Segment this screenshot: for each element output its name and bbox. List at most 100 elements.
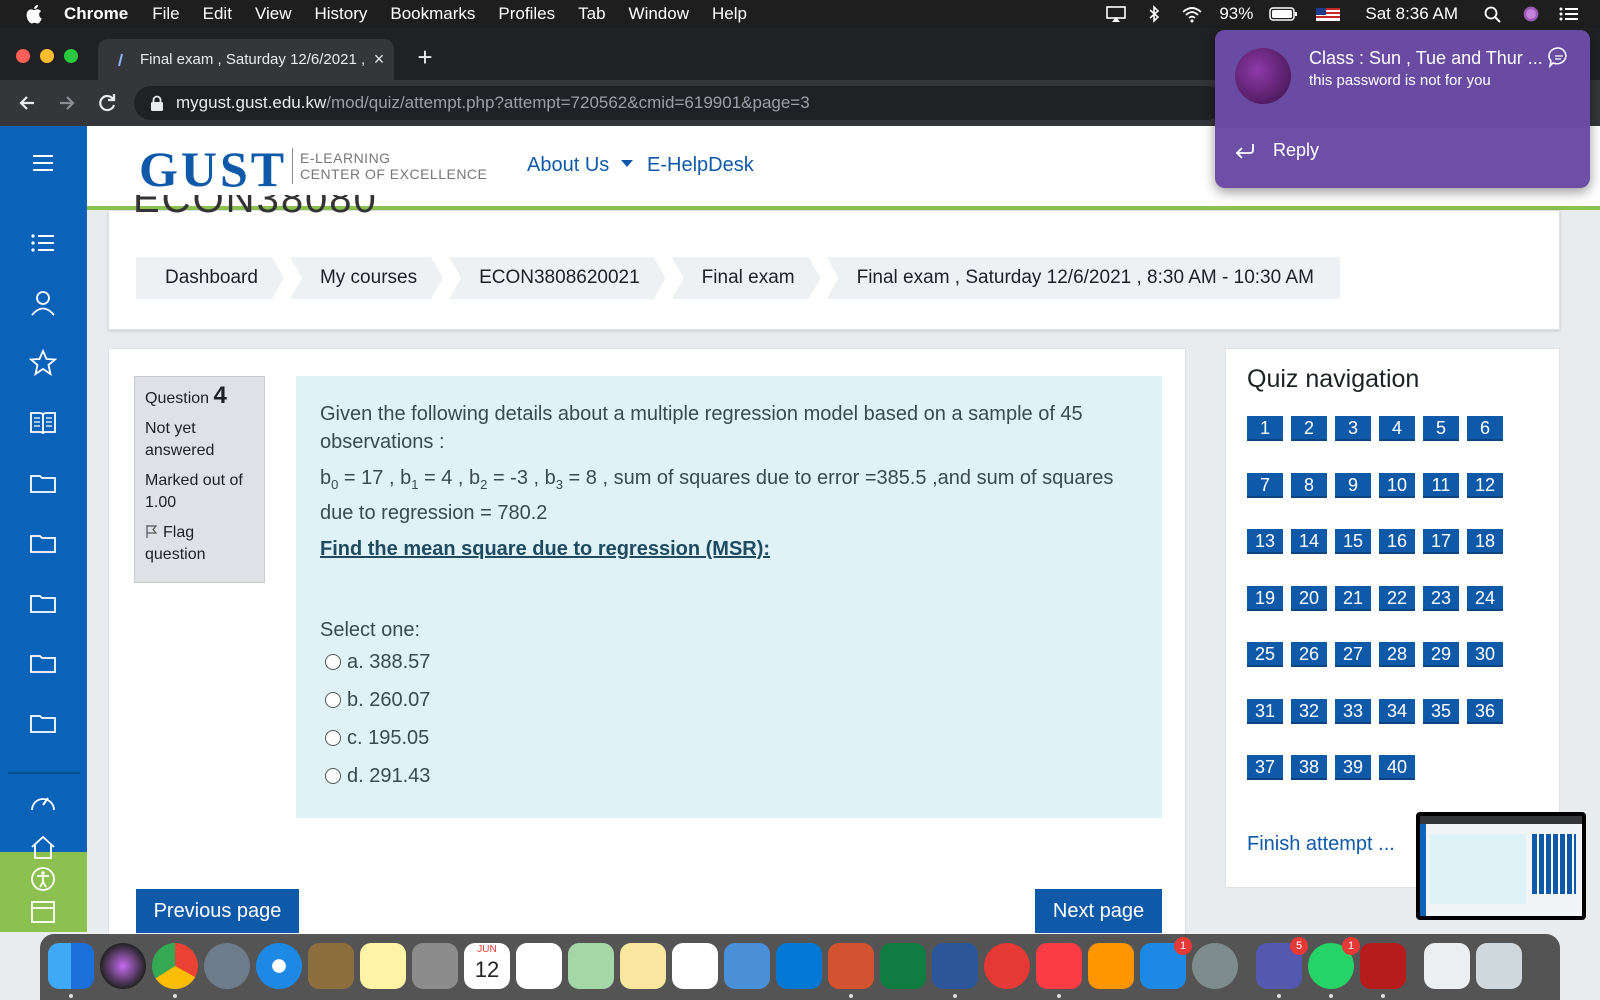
- downloads-stack-icon[interactable]: [1424, 943, 1470, 989]
- menu-window[interactable]: Window: [629, 4, 689, 24]
- flag-question-button[interactable]: Flag question: [145, 522, 254, 566]
- photo-booth-app-icon[interactable]: [1360, 943, 1406, 989]
- trash-icon[interactable]: [1476, 943, 1522, 989]
- user-profile-icon[interactable]: [28, 288, 58, 318]
- quiz-nav-question-12[interactable]: 12: [1467, 472, 1503, 498]
- tab-close-icon[interactable]: ×: [364, 49, 394, 70]
- quiz-nav-question-25[interactable]: 25: [1247, 642, 1283, 667]
- radio-a[interactable]: [325, 654, 341, 670]
- quiz-nav-question-10[interactable]: 10: [1379, 472, 1415, 498]
- news-app-icon[interactable]: [984, 943, 1030, 989]
- about-us-dropdown[interactable]: About Us: [527, 154, 633, 177]
- breadcrumb-my-courses[interactable]: My courses: [290, 257, 443, 299]
- quiz-nav-question-14[interactable]: 14: [1291, 529, 1327, 554]
- lock-icon[interactable]: [150, 95, 164, 111]
- bluetooth-icon[interactable]: [1143, 5, 1165, 23]
- quiz-nav-question-32[interactable]: 32: [1291, 698, 1327, 724]
- quiz-nav-question-35[interactable]: 35: [1423, 698, 1459, 724]
- teams-app-icon[interactable]: 5: [1256, 937, 1308, 989]
- contacts-app-icon[interactable]: [308, 943, 354, 989]
- hamburger-menu-icon[interactable]: [28, 148, 58, 178]
- list-icon[interactable]: [28, 228, 58, 258]
- quiz-nav-question-4[interactable]: 4: [1379, 416, 1415, 441]
- quiz-nav-question-40[interactable]: 40: [1379, 755, 1415, 780]
- quiz-nav-question-5[interactable]: 5: [1423, 416, 1459, 441]
- notes-app-icon[interactable]: [360, 943, 406, 989]
- answer-option-b[interactable]: b. 260.07: [325, 686, 430, 714]
- word-app-icon[interactable]: [932, 943, 978, 989]
- reminders-app-icon[interactable]: [516, 943, 562, 989]
- whatsapp-app-icon[interactable]: 1: [1308, 937, 1360, 989]
- wifi-icon[interactable]: [1181, 5, 1203, 23]
- quiz-nav-question-27[interactable]: 27: [1335, 642, 1371, 667]
- quiz-nav-question-21[interactable]: 21: [1335, 585, 1371, 611]
- folder-icon[interactable]: [28, 708, 58, 738]
- quiz-nav-question-3[interactable]: 3: [1335, 416, 1371, 441]
- chrome-app-icon[interactable]: [152, 943, 198, 989]
- quiz-nav-question-23[interactable]: 23: [1423, 585, 1459, 611]
- siri-icon[interactable]: [1520, 5, 1542, 23]
- pages-app-icon[interactable]: [620, 943, 666, 989]
- music-app-icon[interactable]: [1036, 943, 1082, 989]
- home-icon[interactable]: [28, 832, 58, 862]
- excel-app-icon[interactable]: [880, 943, 926, 989]
- radio-d[interactable]: [325, 768, 341, 784]
- quiz-nav-question-28[interactable]: 28: [1379, 642, 1415, 667]
- previous-page-button[interactable]: Previous page: [136, 889, 299, 933]
- quiz-nav-question-22[interactable]: 22: [1379, 585, 1415, 611]
- quiz-nav-question-20[interactable]: 20: [1291, 585, 1327, 611]
- quiz-nav-question-1[interactable]: 1: [1247, 416, 1283, 441]
- quiz-nav-question-29[interactable]: 29: [1423, 642, 1459, 667]
- quiz-nav-question-37[interactable]: 37: [1247, 755, 1283, 780]
- quiz-nav-question-7[interactable]: 7: [1247, 472, 1283, 498]
- quiz-nav-question-11[interactable]: 11: [1423, 472, 1459, 498]
- quiz-nav-question-2[interactable]: 2: [1291, 416, 1327, 441]
- quiz-nav-question-26[interactable]: 26: [1291, 642, 1327, 667]
- calendar-app-icon[interactable]: JUN 12: [464, 943, 510, 989]
- quiz-nav-question-8[interactable]: 8: [1291, 472, 1327, 498]
- system-preferences-app-icon[interactable]: [1192, 943, 1238, 989]
- quiz-nav-question-15[interactable]: 15: [1335, 529, 1371, 554]
- battery-icon[interactable]: [1269, 5, 1299, 23]
- message-notification[interactable]: Class : Sun , Tue and Thur ... this pass…: [1215, 30, 1590, 188]
- forward-arrow-icon[interactable]: [52, 88, 82, 118]
- menu-history[interactable]: History: [314, 4, 367, 24]
- radio-c[interactable]: [325, 730, 341, 746]
- breadcrumb-dashboard[interactable]: Dashboard: [136, 257, 284, 299]
- e-helpdesk-link[interactable]: E-HelpDesk: [647, 154, 754, 177]
- siri-app-icon[interactable]: [100, 943, 146, 989]
- dashboard-gauge-icon[interactable]: [28, 788, 58, 818]
- quiz-nav-question-9[interactable]: 9: [1335, 472, 1371, 498]
- menu-help[interactable]: Help: [712, 4, 747, 24]
- finish-attempt-link[interactable]: Finish attempt ...: [1247, 833, 1395, 856]
- menu-file[interactable]: File: [152, 4, 179, 24]
- safari-app-icon[interactable]: [256, 943, 302, 989]
- maps-app-icon[interactable]: [568, 943, 614, 989]
- accessibility-icon[interactable]: [28, 864, 58, 894]
- folder-icon[interactable]: [28, 588, 58, 618]
- books-app-icon[interactable]: [1088, 943, 1134, 989]
- launchpad-app-icon[interactable]: [204, 943, 250, 989]
- quiz-nav-question-31[interactable]: 31: [1247, 698, 1283, 724]
- airplay-icon[interactable]: [1105, 5, 1127, 23]
- next-page-button[interactable]: Next page: [1035, 889, 1162, 933]
- quiz-nav-question-6[interactable]: 6: [1467, 416, 1503, 441]
- quiz-nav-question-33[interactable]: 33: [1335, 698, 1371, 724]
- quiz-nav-question-36[interactable]: 36: [1467, 698, 1503, 724]
- quiz-nav-question-24[interactable]: 24: [1467, 585, 1503, 611]
- numbers-app-icon[interactable]: [672, 943, 718, 989]
- folder-icon[interactable]: [28, 648, 58, 678]
- gust-logo[interactable]: GUST: [139, 140, 287, 198]
- keynote-app-icon[interactable]: [724, 943, 770, 989]
- reload-icon[interactable]: [92, 88, 122, 118]
- close-window-button[interactable]: [16, 49, 30, 63]
- breadcrumb-course[interactable]: ECON3808620021: [449, 257, 666, 299]
- quiz-nav-question-38[interactable]: 38: [1291, 755, 1327, 780]
- menu-tab[interactable]: Tab: [578, 4, 605, 24]
- powerpoint-app-icon[interactable]: [828, 943, 874, 989]
- apple-icon[interactable]: [24, 3, 46, 25]
- quiz-nav-question-16[interactable]: 16: [1379, 529, 1415, 554]
- outlook-app-icon[interactable]: [776, 943, 822, 989]
- control-center-icon[interactable]: [1558, 5, 1580, 23]
- folder-icon[interactable]: [28, 528, 58, 558]
